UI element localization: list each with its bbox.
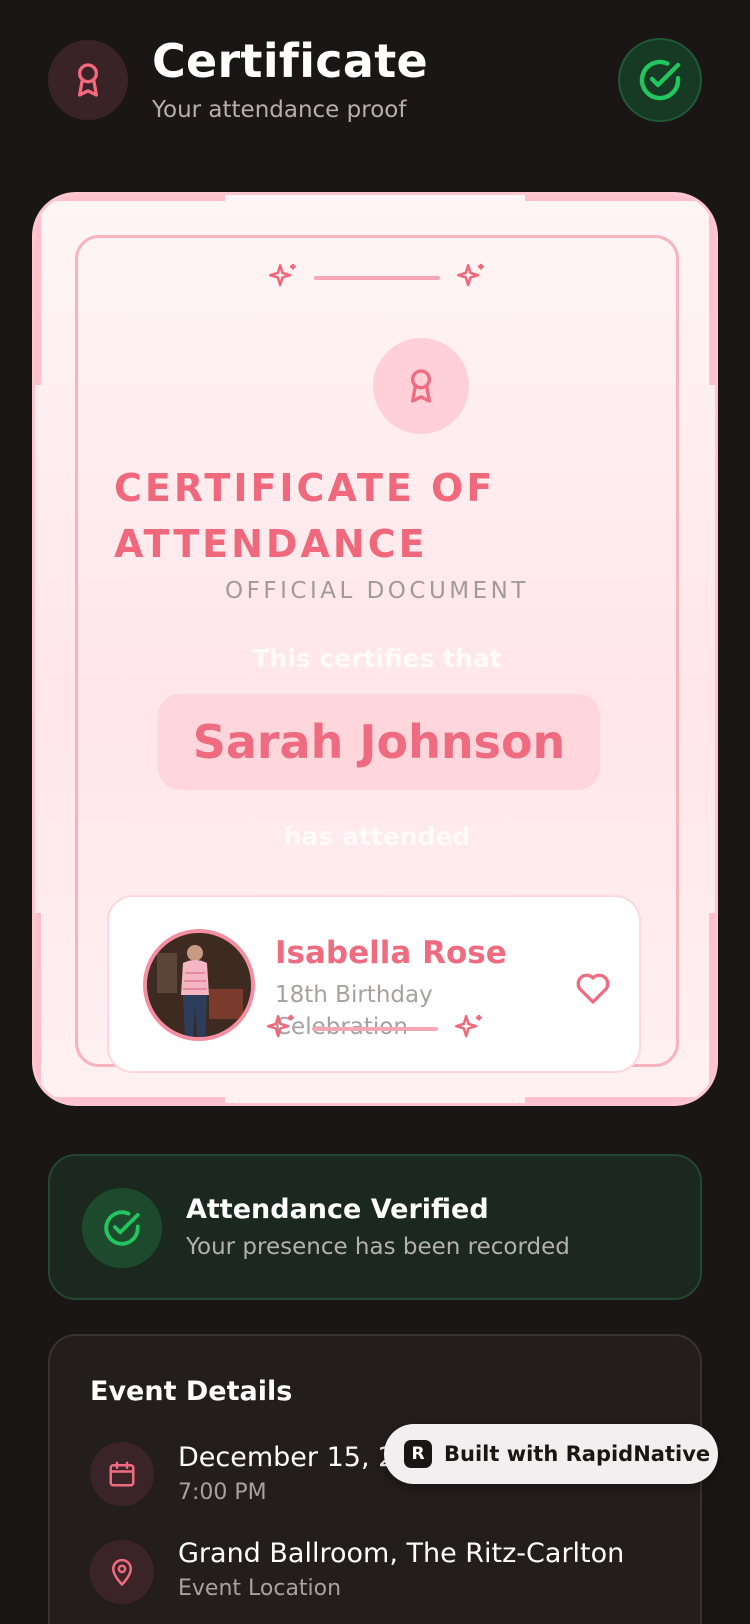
bottom-ornament (35, 1009, 715, 1049)
recipient-name: Sarah Johnson (192, 715, 566, 769)
certificate-award-icon (373, 338, 469, 434)
divider (312, 1027, 438, 1031)
corner-accent (35, 913, 41, 1103)
rapidnative-logo: R (404, 1440, 432, 1468)
built-with-badge[interactable]: R Built with RapidNative (384, 1424, 718, 1484)
sparkle-icon (266, 1014, 294, 1038)
corner-accent (35, 195, 41, 385)
event-time: 7:00 PM (178, 1480, 267, 1505)
has-attended-text: has attended (283, 822, 471, 851)
check-circle-icon[interactable] (618, 38, 702, 122)
official-label: OFFICIAL DOCUMENT (225, 578, 529, 604)
event-host: Isabella Rose (275, 935, 507, 971)
corner-accent (35, 195, 225, 201)
page-title: Certificate (152, 34, 428, 88)
event-location: Grand Ballroom, The Ritz-Carlton (178, 1538, 625, 1569)
calendar-icon (90, 1442, 154, 1506)
event-details-title: Event Details (90, 1376, 293, 1407)
recipient-name-box: Sarah Johnson (158, 694, 600, 790)
top-ornament (78, 258, 676, 298)
sparkle-icon (454, 1014, 482, 1038)
event-location-label: Event Location (178, 1576, 342, 1601)
corner-accent (709, 913, 715, 1103)
award-icon (48, 40, 128, 120)
heart-icon[interactable] (573, 967, 613, 1007)
corner-accent (35, 1097, 225, 1103)
certificate-heading: CERTIFICATE OF ATTENDANCE (114, 466, 496, 566)
sparkle-icon (268, 263, 296, 287)
built-with-label: Built with RapidNative (444, 1442, 711, 1466)
sparkle-icon (456, 263, 484, 287)
certificate-screen: Certificate Your attendance proof CERTIF… (0, 0, 750, 1624)
location-pin-icon (90, 1540, 154, 1604)
corner-accent (525, 195, 715, 201)
divider (314, 276, 440, 280)
corner-accent (709, 195, 715, 385)
verified-subtitle: Your presence has been recorded (186, 1234, 570, 1260)
verified-banner: Attendance Verified Your presence has be… (48, 1154, 702, 1300)
certificate-card: CERTIFICATE OF ATTENDANCE OFFICIAL DOCUM… (32, 192, 718, 1106)
certifies-text: This certifies that (252, 644, 502, 673)
event-date: December 15, 2 (178, 1442, 396, 1473)
corner-accent (525, 1097, 715, 1103)
check-circle-icon (82, 1188, 162, 1268)
verified-title: Attendance Verified (186, 1194, 489, 1225)
page-subtitle: Your attendance proof (152, 97, 407, 123)
